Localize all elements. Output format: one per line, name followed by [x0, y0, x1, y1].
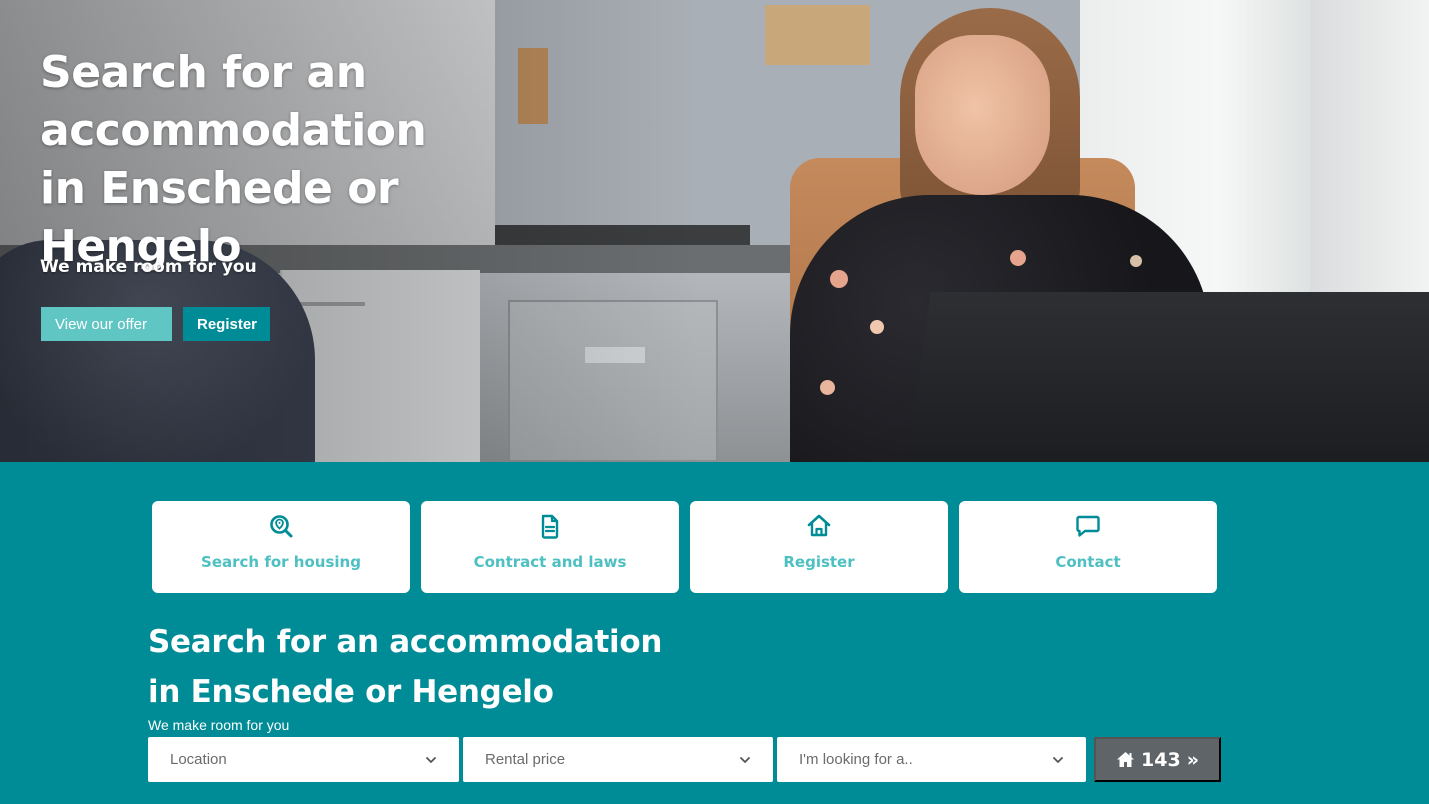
chevron-down-icon	[426, 756, 436, 763]
home-icon	[1117, 752, 1135, 767]
house-icon	[807, 514, 831, 537]
hero-banner: Search for an accommodation in Enschede …	[0, 0, 1429, 462]
hero-photo-laptop	[906, 292, 1429, 462]
tile-contact[interactable]: Contact	[959, 501, 1217, 593]
rental-price-select[interactable]: Rental price	[463, 737, 773, 782]
hero-photo-flower	[820, 380, 835, 395]
looking-for-select-value: I'm looking for a..	[799, 751, 913, 768]
chat-bubble-icon	[1076, 515, 1100, 537]
document-icon	[541, 514, 559, 539]
looking-for-select[interactable]: I'm looking for a..	[777, 737, 1086, 782]
tile-label: Contact	[1055, 553, 1121, 571]
search-title-line: in Enschede or Hengelo	[148, 674, 554, 710]
search-subtitle: We make room for you	[148, 717, 290, 733]
tile-register[interactable]: Register	[690, 501, 948, 593]
hero-photo-flower	[1010, 250, 1026, 266]
hero-subtitle: We make room for you	[40, 257, 257, 277]
hero-photo-pegboard	[765, 5, 870, 65]
location-search-icon	[270, 515, 293, 538]
tile-contract-laws[interactable]: Contract and laws	[421, 501, 679, 593]
results-arrow: »	[1186, 748, 1199, 771]
results-count: 143	[1141, 748, 1181, 771]
results-count-button[interactable]: 143 »	[1094, 737, 1221, 782]
hero-photo-flower	[830, 270, 848, 288]
tile-search-housing[interactable]: Search for housing	[152, 501, 410, 593]
hero-title-line: accommodation	[40, 105, 427, 156]
hero-photo-flower	[870, 320, 884, 334]
location-select-value: Location	[170, 751, 227, 768]
hero-photo-face	[915, 35, 1050, 195]
hero-photo-flower	[1130, 255, 1142, 267]
tile-label: Search for housing	[201, 553, 361, 571]
rental-price-select-value: Rental price	[485, 751, 566, 768]
search-title-line: Search for an accommodation	[148, 624, 663, 660]
tile-label: Register	[783, 553, 855, 571]
chevron-down-icon	[740, 756, 750, 763]
chevron-down-icon	[1053, 756, 1063, 763]
tile-label: Contract and laws	[473, 553, 627, 571]
search-title: Search for an accommodation in Enschede …	[148, 617, 662, 717]
register-button[interactable]: Register	[183, 307, 270, 341]
hero-title-line: Search for an	[40, 47, 367, 98]
hero-title: Search for an accommodation in Enschede …	[40, 44, 600, 276]
view-offer-button[interactable]: View our offer	[41, 307, 172, 341]
location-select[interactable]: Location	[148, 737, 459, 782]
